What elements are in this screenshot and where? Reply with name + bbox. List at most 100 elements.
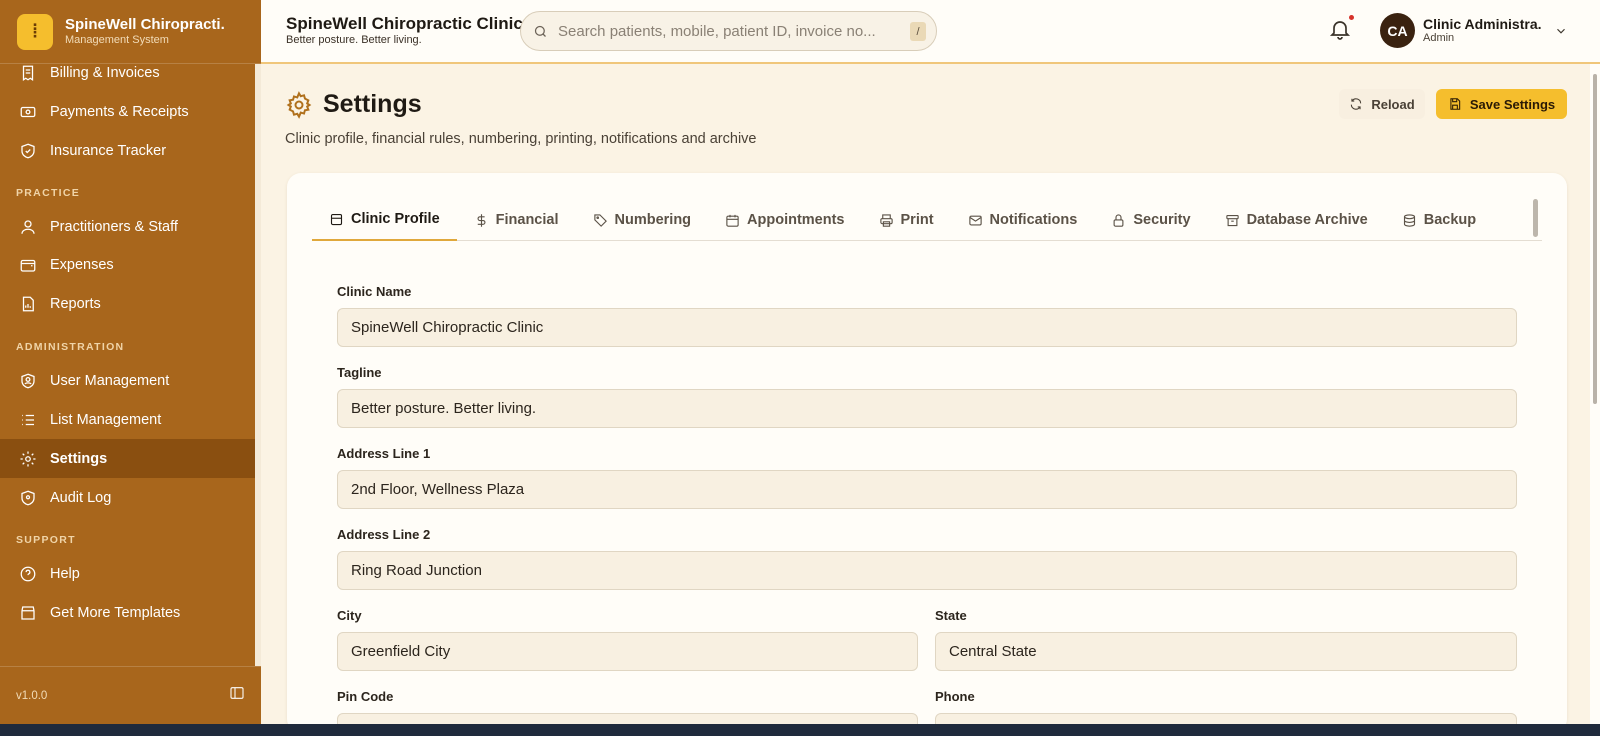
header-clinic-tagline: Better posture. Better living.	[286, 34, 422, 46]
tab-label: Print	[900, 212, 934, 228]
sidebar-item-user-management[interactable]: User Management	[0, 361, 255, 400]
global-search[interactable]: /	[520, 11, 937, 51]
search-shortcut-key: /	[910, 22, 926, 41]
tab-label: Financial	[495, 212, 559, 228]
tagline-input[interactable]	[337, 389, 1517, 428]
database-icon	[1403, 213, 1415, 227]
save-label: Save Settings	[1469, 96, 1556, 112]
tagline-label: Tagline	[337, 365, 382, 380]
sidebar-item-label: List Management	[50, 411, 162, 428]
sidebar-item-practitioners[interactable]: Practitioners & Staff	[0, 207, 255, 246]
tab-label: Security	[1133, 212, 1191, 228]
sidebar-item-label: Insurance Tracker	[50, 142, 167, 159]
sidebar-item-billing[interactable]: Billing & Invoices	[0, 53, 255, 92]
sidebar: ⦙ SpineWell Chiropracti. Management Syst…	[0, 0, 261, 724]
user-icon	[21, 219, 35, 234]
wallet-icon	[20, 259, 36, 272]
page-subtitle: Clinic profile, financial rules, numberi…	[285, 131, 757, 147]
list-icon	[22, 414, 34, 425]
tab-label: Numbering	[614, 212, 692, 228]
help-circle-icon	[20, 566, 36, 581]
user-shield-icon	[21, 373, 35, 388]
address-line-2-label: Address Line 2	[337, 527, 431, 542]
sidebar-collapse-icon[interactable]	[229, 685, 245, 706]
sidebar-item-list-management[interactable]: List Management	[0, 400, 255, 439]
user-role: Admin	[1423, 32, 1455, 44]
tab-database-archive[interactable]: Database Archive	[1208, 199, 1385, 241]
address-line-2-input[interactable]	[337, 551, 1517, 590]
tag-icon	[593, 213, 607, 227]
save-settings-button[interactable]: Save Settings	[1436, 89, 1567, 119]
lock-icon	[1113, 213, 1124, 227]
nav-section-practice: PRACTICE	[16, 187, 81, 199]
tab-backup[interactable]: Backup	[1385, 199, 1493, 241]
sidebar-item-label: Settings	[50, 450, 108, 467]
notifications-button[interactable]	[1328, 15, 1354, 43]
user-menu[interactable]: CA Clinic Administra. Admin	[1380, 13, 1568, 48]
pin-code-label: Pin Code	[337, 689, 394, 704]
page-scrollbar[interactable]	[1590, 64, 1600, 724]
building-icon	[330, 213, 343, 225]
city-label: City	[337, 608, 362, 623]
sidebar-item-templates[interactable]: Get More Templates	[0, 593, 255, 632]
banknote-icon	[20, 106, 36, 117]
sidebar-item-audit-log[interactable]: Audit Log	[0, 478, 255, 517]
tab-security[interactable]: Security	[1094, 199, 1207, 241]
tab-label: Notifications	[989, 212, 1078, 228]
search-input[interactable]	[558, 22, 898, 40]
sidebar-item-payments[interactable]: Payments & Receipts	[0, 92, 255, 131]
shield-check-icon	[21, 143, 35, 158]
tab-notifications[interactable]: Notifications	[951, 199, 1095, 241]
sidebar-item-label: Billing & Invoices	[50, 64, 160, 81]
page-title: Settings	[323, 90, 422, 118]
sidebar-item-help[interactable]: Help	[0, 554, 255, 593]
top-header: SpineWell Chiropractic Clinic Better pos…	[261, 0, 1600, 64]
reload-label: Reload	[1371, 96, 1415, 112]
reload-button[interactable]: Reload	[1339, 89, 1425, 119]
tab-appointments[interactable]: Appointments	[708, 199, 861, 241]
dollar-icon	[477, 213, 486, 227]
address-line-1-label: Address Line 1	[337, 446, 431, 461]
sidebar-item-insurance[interactable]: Insurance Tracker	[0, 131, 255, 170]
spine-logo-icon: ⦙	[17, 13, 53, 50]
gear-icon	[286, 90, 312, 119]
address-line-1-input[interactable]	[337, 470, 1517, 509]
tab-label: Appointments	[747, 212, 845, 228]
save-icon	[1450, 98, 1461, 110]
header-clinic-name: SpineWell Chiropractic Clinic	[286, 14, 523, 33]
mail-icon	[968, 215, 982, 225]
clinic-name-input[interactable]	[337, 308, 1517, 347]
sidebar-item-expenses[interactable]: Expenses	[0, 245, 255, 284]
calendar-icon	[726, 214, 739, 227]
sidebar-item-label: User Management	[50, 372, 170, 389]
chevron-down-icon	[1556, 28, 1565, 34]
sidebar-item-label: Expenses	[50, 256, 114, 273]
nav-section-administration: ADMINISTRATION	[16, 341, 125, 353]
tab-print[interactable]: Print	[862, 199, 951, 241]
refresh-icon	[1351, 98, 1362, 110]
nav-section-support: SUPPORT	[16, 534, 76, 546]
sidebar-scrollbar[interactable]	[255, 64, 261, 666]
brand-subtitle: Management System	[65, 34, 169, 46]
city-input[interactable]	[337, 632, 918, 671]
os-taskbar	[0, 724, 1600, 736]
tab-numbering[interactable]: Numbering	[576, 199, 709, 241]
tab-financial[interactable]: Financial	[457, 199, 576, 241]
search-icon	[534, 25, 546, 37]
page-scrollbar-thumb[interactable]	[1593, 74, 1597, 404]
brand-name: SpineWell Chiropracti.	[65, 16, 225, 33]
sidebar-item-reports[interactable]: Reports	[0, 284, 255, 323]
sidebar-item-label: Help	[50, 565, 80, 582]
phone-label: Phone	[935, 689, 975, 704]
store-icon	[21, 605, 35, 620]
report-icon	[22, 296, 34, 311]
gear-icon	[20, 451, 36, 466]
tab-label: Clinic Profile	[351, 211, 440, 227]
tabs-scrollbar[interactable]	[1533, 199, 1538, 237]
sidebar-item-settings[interactable]: Settings	[0, 439, 255, 478]
state-input[interactable]	[935, 632, 1517, 671]
settings-card: Clinic Profile Financial Numbering Appoi…	[287, 173, 1567, 736]
receipt-icon	[22, 65, 34, 81]
archive-icon	[1225, 214, 1239, 226]
tab-clinic-profile[interactable]: Clinic Profile	[312, 199, 457, 241]
